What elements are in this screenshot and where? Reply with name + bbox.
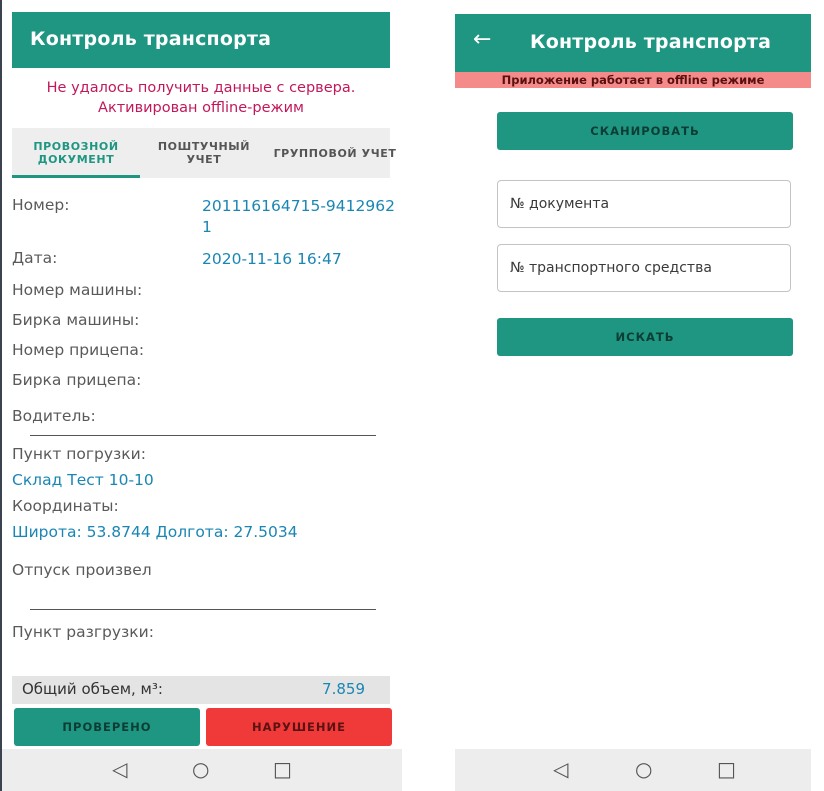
tab-bar: ПРОВОЗНОЙ ДОКУМЕНТ ПОШТУЧНЫЙ УЧЕТ ГРУППО… (12, 128, 396, 178)
driver-divider (30, 435, 376, 436)
scan-button[interactable]: СКАНИРОВАТЬ (497, 112, 793, 150)
coordinates-value: Широта: 53.8744 Долгота: 27.5034 (12, 523, 298, 541)
violation-button[interactable]: НАРУШЕНИЕ (206, 708, 392, 746)
transport-control-search-screen: ← Контроль транспорта Приложение работае… (455, 0, 824, 791)
back-nav-icon[interactable]: ◁ (112, 757, 127, 781)
date-label: Дата: (12, 249, 58, 267)
unloading-point-label: Пункт разгрузки: (12, 623, 154, 641)
back-arrow-icon[interactable]: ← (473, 27, 491, 52)
tab-group-accounting[interactable]: ГРУППОВОЙ УЧЕТ (268, 128, 402, 178)
system-nav-bar: ◁ ○ □ (2, 749, 402, 791)
number-label: Номер: (12, 196, 70, 214)
total-volume-bar: Общий объем, м³: 7.859 (12, 676, 390, 704)
app-title: Контроль транспорта (530, 31, 772, 53)
vehicle-number-input[interactable] (497, 244, 791, 292)
recents-nav-icon[interactable]: □ (273, 757, 292, 781)
search-button[interactable]: ИСКАТЬ (497, 318, 793, 356)
app-bar: Контроль транспорта (12, 12, 390, 68)
recents-nav-icon[interactable]: □ (717, 757, 736, 781)
app-bar: ← Контроль транспорта (455, 14, 811, 72)
document-number-input[interactable] (497, 180, 791, 228)
driver-label: Водитель: (12, 407, 96, 425)
checked-button[interactable]: ПРОВЕРЕНО (14, 708, 200, 746)
offline-mode-banner: Приложение работает в offline режиме (455, 72, 811, 88)
tab-transport-document[interactable]: ПРОВОЗНОЙ ДОКУМЕНТ (12, 128, 140, 178)
tab-piece-accounting[interactable]: ПОШТУЧНЫЙ УЧЕТ (140, 128, 268, 178)
transport-control-detail-screen: Контроль транспорта Не удалось получить … (0, 0, 402, 791)
number-value: 201116164715-94129621 (202, 197, 395, 236)
loading-point-label: Пункт погрузки: (12, 445, 146, 463)
loading-point-value: Склад Тест 10-10 (12, 471, 154, 489)
trailer-number-label: Номер прицепа: (12, 341, 145, 359)
released-by-label: Отпуск произвел (12, 561, 152, 579)
car-tag-label: Бирка машины: (12, 311, 140, 329)
total-volume-label: Общий объем, м³: (22, 680, 163, 698)
date-value: 2020-11-16 16:47 (202, 250, 342, 268)
back-nav-icon[interactable]: ◁ (553, 757, 568, 781)
car-number-label: Номер машины: (12, 281, 143, 299)
system-nav-bar: ◁ ○ □ (455, 749, 811, 791)
app-title: Контроль транспорта (30, 28, 272, 50)
total-volume-value: 7.859 (322, 680, 365, 698)
trailer-tag-label: Бирка прицепа: (12, 371, 142, 389)
server-error-message: Не удалось получить данные с сервера. Ак… (46, 80, 356, 116)
released-by-divider (30, 609, 376, 610)
home-nav-icon[interactable]: ○ (635, 757, 652, 781)
coordinates-label: Координаты: (12, 497, 119, 515)
home-nav-icon[interactable]: ○ (192, 757, 209, 781)
